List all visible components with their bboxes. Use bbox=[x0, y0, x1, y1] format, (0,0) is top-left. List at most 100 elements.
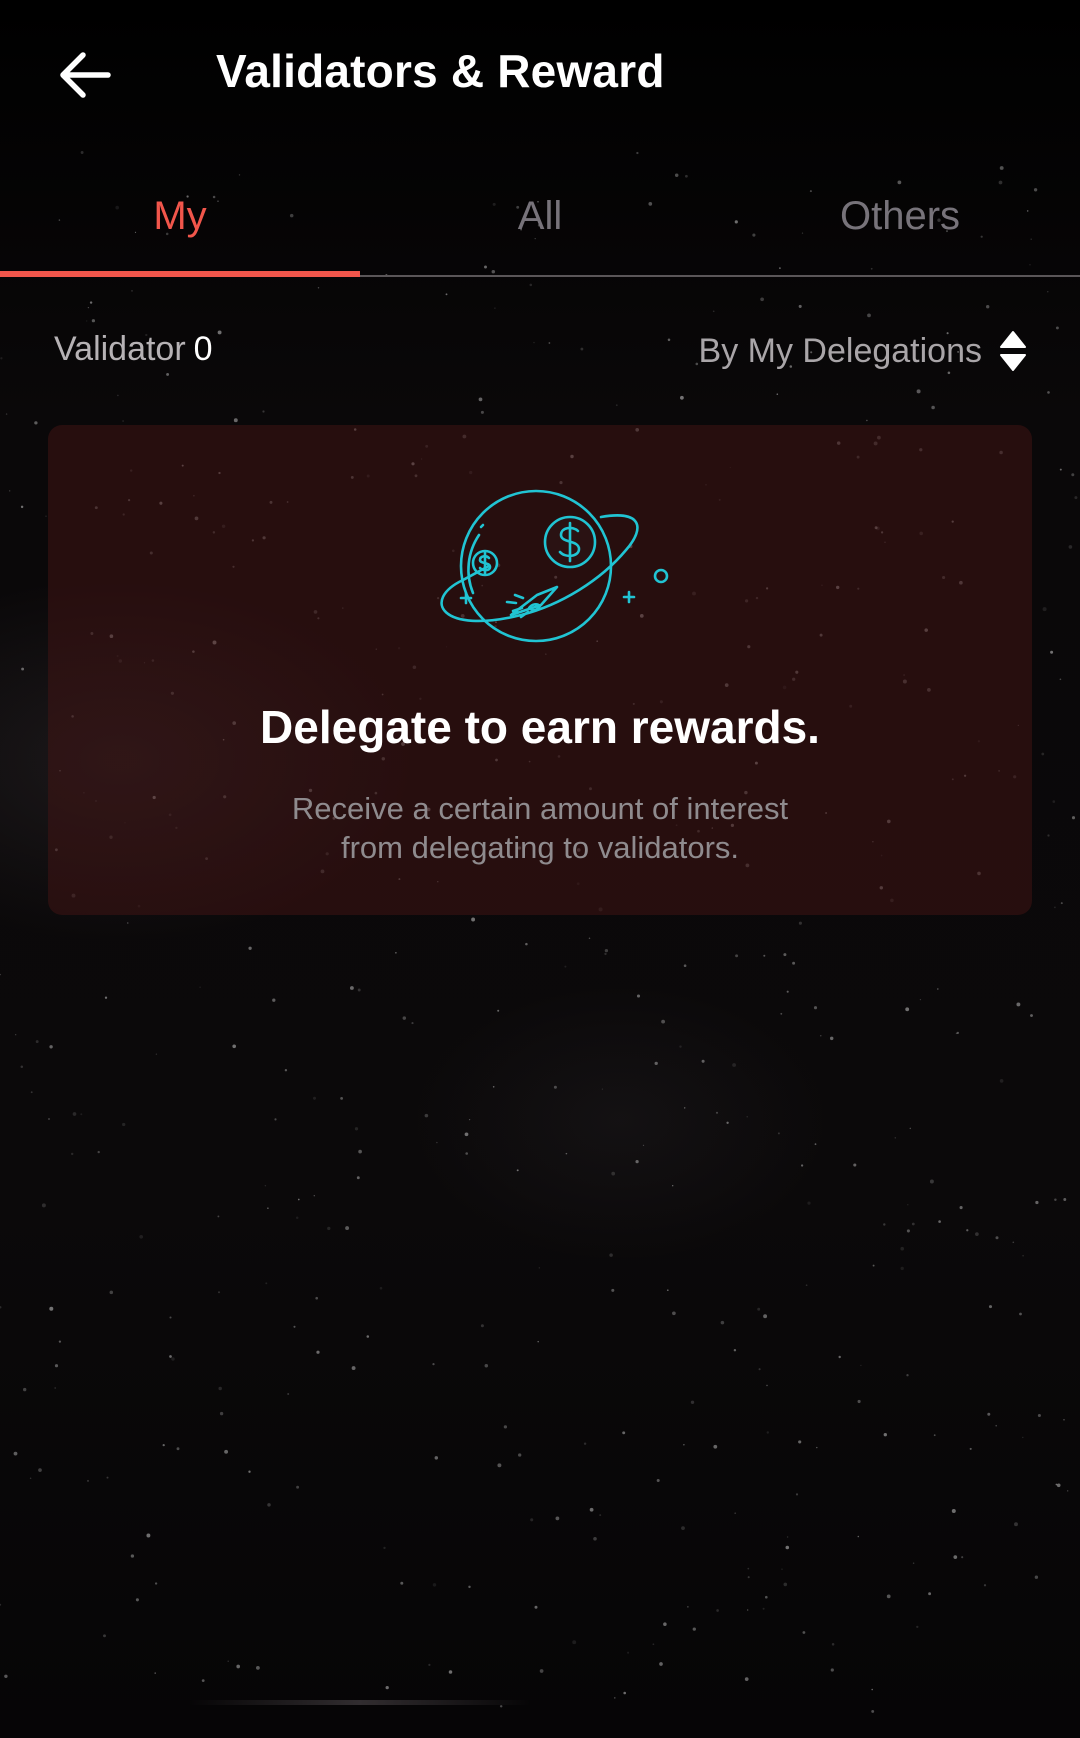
star bbox=[781, 1568, 783, 1570]
star bbox=[805, 1284, 808, 1287]
star bbox=[395, 952, 397, 954]
star bbox=[969, 1447, 972, 1450]
star bbox=[233, 418, 238, 423]
star bbox=[445, 293, 448, 296]
star bbox=[798, 304, 802, 308]
star bbox=[966, 1229, 969, 1232]
star bbox=[274, 1118, 277, 1121]
star bbox=[1037, 1413, 1041, 1418]
star bbox=[1014, 1522, 1018, 1527]
star bbox=[248, 946, 252, 950]
star bbox=[956, 1031, 959, 1034]
star bbox=[0, 1306, 2, 1309]
star bbox=[1071, 816, 1076, 820]
star bbox=[272, 998, 276, 1002]
star bbox=[295, 1216, 299, 1219]
star bbox=[154, 1582, 158, 1585]
star bbox=[1068, 545, 1073, 549]
star bbox=[0, 973, 1, 976]
star bbox=[537, 1340, 539, 1343]
star bbox=[1063, 1198, 1067, 1201]
star bbox=[802, 1631, 806, 1634]
star bbox=[762, 1607, 765, 1610]
star bbox=[379, 1286, 383, 1290]
star bbox=[995, 1424, 997, 1427]
star bbox=[356, 1176, 360, 1180]
star bbox=[534, 1605, 538, 1609]
star bbox=[866, 419, 868, 422]
star bbox=[218, 1386, 222, 1391]
star bbox=[838, 1355, 841, 1359]
star bbox=[1059, 468, 1062, 471]
star bbox=[267, 1207, 269, 1210]
star bbox=[900, 1266, 904, 1271]
star bbox=[0, 357, 3, 360]
star bbox=[1067, 1490, 1069, 1492]
star bbox=[687, 1606, 689, 1608]
page-title: Validators & Reward bbox=[216, 45, 665, 97]
star bbox=[733, 1348, 737, 1352]
tab-all[interactable]: All bbox=[360, 175, 720, 275]
sort-dropdown[interactable]: By My Delegations bbox=[699, 330, 1026, 372]
star bbox=[0, 1603, 2, 1606]
star bbox=[122, 420, 125, 422]
star bbox=[654, 1061, 658, 1066]
star bbox=[357, 988, 361, 992]
validators-reward-screen: Validators & Reward My All Others Valida… bbox=[0, 0, 1080, 1738]
validator-count: Validator 0 bbox=[54, 330, 213, 369]
star bbox=[109, 1290, 114, 1295]
tab-my[interactable]: My bbox=[0, 175, 360, 277]
star bbox=[795, 1493, 799, 1496]
star bbox=[86, 1479, 90, 1482]
star bbox=[746, 1116, 748, 1118]
star bbox=[465, 1152, 469, 1155]
star bbox=[146, 1533, 151, 1538]
star bbox=[313, 1194, 316, 1197]
star bbox=[1034, 1575, 1039, 1579]
star bbox=[54, 1364, 59, 1368]
star bbox=[987, 1412, 991, 1416]
star bbox=[15, 1034, 17, 1036]
star bbox=[58, 1340, 62, 1343]
star bbox=[871, 1688, 874, 1691]
star bbox=[478, 397, 483, 402]
star bbox=[1016, 1002, 1021, 1007]
star bbox=[663, 1622, 667, 1626]
star bbox=[672, 1185, 674, 1187]
star bbox=[80, 151, 84, 154]
star bbox=[813, 1006, 818, 1010]
star bbox=[227, 1660, 229, 1662]
star bbox=[883, 1223, 886, 1226]
star bbox=[48, 1118, 50, 1120]
star bbox=[905, 1007, 910, 1012]
star bbox=[1047, 391, 1050, 394]
star bbox=[701, 1059, 705, 1063]
star bbox=[525, 942, 528, 946]
star bbox=[316, 1350, 320, 1354]
star bbox=[45, 515, 47, 518]
star bbox=[615, 404, 618, 407]
star bbox=[169, 1316, 172, 1319]
star bbox=[176, 1447, 180, 1451]
star bbox=[599, 1514, 602, 1517]
empty-state-title: Delegate to earn rewards. bbox=[260, 701, 820, 753]
star bbox=[916, 389, 921, 394]
star bbox=[588, 937, 591, 939]
star bbox=[171, 1357, 175, 1361]
star bbox=[1059, 678, 1062, 681]
star bbox=[951, 1509, 956, 1513]
star bbox=[747, 1567, 750, 1570]
star bbox=[366, 1335, 370, 1338]
star bbox=[91, 319, 96, 323]
star bbox=[480, 410, 484, 414]
back-button[interactable] bbox=[50, 40, 120, 110]
star bbox=[297, 1198, 300, 1201]
empty-state-description-line-1: Receive a certain amount of interest bbox=[291, 791, 789, 826]
tab-others[interactable]: Others bbox=[720, 175, 1080, 275]
star bbox=[530, 1518, 534, 1522]
star bbox=[907, 1204, 909, 1206]
star bbox=[564, 965, 567, 968]
star bbox=[296, 1485, 300, 1489]
star bbox=[713, 1444, 718, 1449]
star bbox=[661, 1019, 666, 1024]
